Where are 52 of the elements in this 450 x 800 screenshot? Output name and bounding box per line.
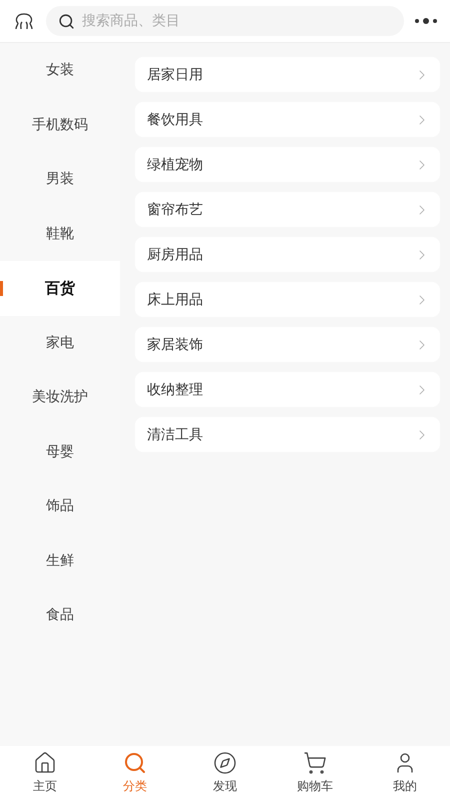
sidebar-item[interactable]: 饰品: [0, 479, 120, 534]
sidebar-item[interactable]: 百货: [0, 261, 120, 316]
subcategory-row[interactable]: 窗帘布艺: [135, 192, 440, 227]
sidebar-item[interactable]: 食品: [0, 588, 120, 642]
subcategory-row[interactable]: 清洁工具: [135, 417, 440, 452]
sidebar-label: 美妆洗护: [32, 388, 88, 406]
subcategory-label: 收纳整理: [147, 380, 203, 398]
tab-item[interactable]: 我的: [360, 746, 450, 800]
sidebar-item[interactable]: 生鲜: [0, 534, 120, 588]
sidebar-item[interactable]: 鞋靴: [0, 206, 120, 261]
sidebar-label: 女装: [46, 61, 74, 80]
sidebar-label: 男装: [46, 170, 74, 188]
subcategory-label: 绿植宠物: [147, 156, 203, 174]
subcategory-row[interactable]: 家居装饰: [135, 327, 440, 362]
selection-bar: [0, 281, 3, 296]
sidebar-label: 食品: [46, 606, 74, 624]
subcategory-label: 床上用品: [147, 290, 203, 308]
subcategory-row[interactable]: 收纳整理: [135, 372, 440, 407]
sidebar-label: 手机数码: [32, 116, 88, 134]
subcategory-row[interactable]: 餐饮用具: [135, 102, 440, 137]
tab-item[interactable]: 主页: [0, 746, 90, 800]
more-icon[interactable]: [414, 17, 438, 25]
subcategory-row[interactable]: 绿植宠物: [135, 147, 440, 182]
sidebar-item[interactable]: 男装: [0, 152, 120, 206]
search-icon: [58, 13, 75, 30]
subcategory-label: 窗帘布艺: [147, 200, 203, 218]
tab-item[interactable]: 购物车: [270, 746, 360, 800]
cart-icon: [303, 751, 327, 775]
subcategory-label: 清洁工具: [147, 426, 203, 444]
compass-icon: [213, 751, 237, 775]
sidebar-label: 家电: [46, 334, 74, 352]
subcategory-label: 家居装饰: [147, 336, 203, 354]
subcategory-row[interactable]: 厨房用品: [135, 237, 440, 272]
sidebar-label: 生鲜: [46, 552, 74, 570]
search-icon: [123, 751, 147, 775]
sidebar-item[interactable]: 母婴: [0, 424, 120, 479]
subcategory-label: 餐饮用具: [147, 110, 203, 128]
sidebar-item[interactable]: 女装: [0, 43, 120, 98]
home-icon: [33, 751, 57, 775]
sidebar-label: 饰品: [46, 497, 74, 516]
subcategory-label: 厨房用品: [147, 246, 203, 264]
sidebar-label: 鞋靴: [46, 224, 74, 243]
sidebar-label: 母婴: [46, 442, 74, 461]
subcategory-row[interactable]: 床上用品: [135, 282, 440, 317]
sidebar-label: 百货: [45, 278, 75, 298]
tab-item[interactable]: 发现: [180, 746, 270, 800]
sidebar-item[interactable]: 家电: [0, 316, 120, 370]
subcategory-label: 居家日用: [147, 66, 203, 84]
sidebar-item[interactable]: 美妆洗护: [0, 370, 120, 424]
sidebar-item[interactable]: 手机数码: [0, 98, 120, 152]
subcategory-row[interactable]: 居家日用: [135, 57, 440, 92]
search-field[interactable]: 搜索商品、类目: [46, 6, 404, 36]
